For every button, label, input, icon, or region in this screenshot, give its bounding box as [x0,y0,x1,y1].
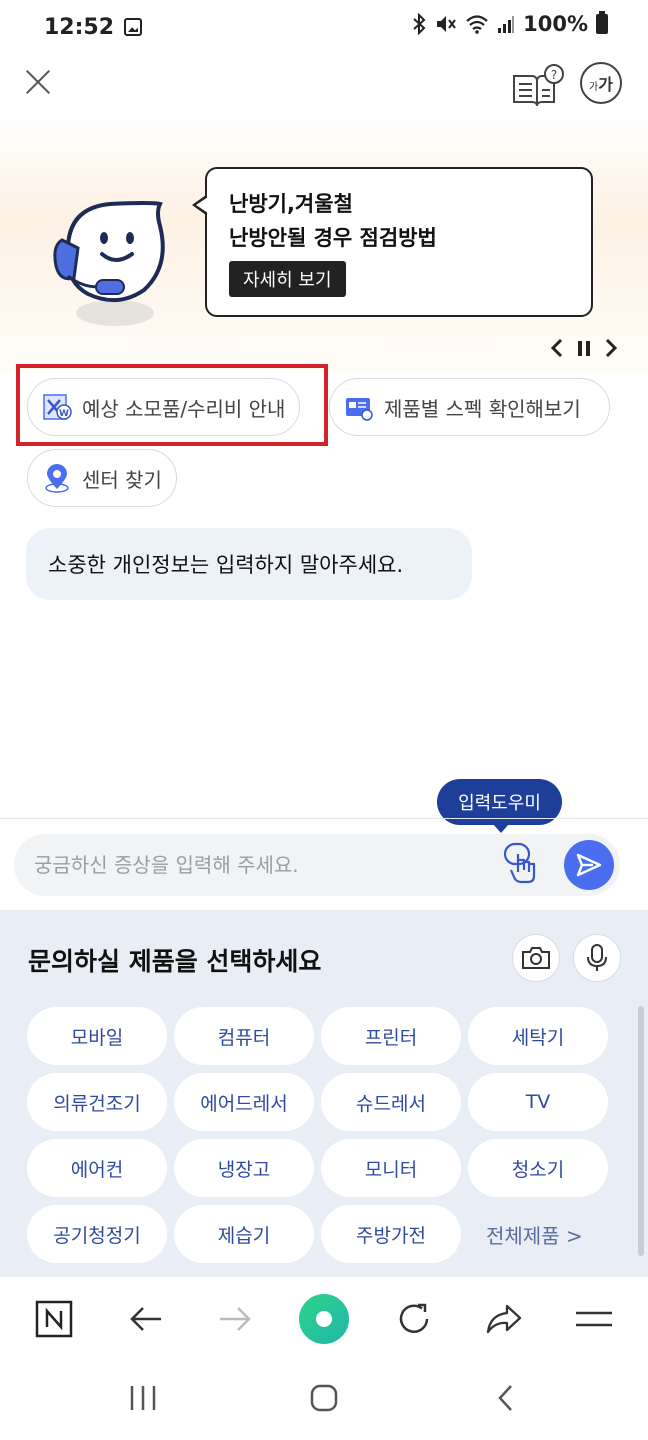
camera-icon [522,947,550,969]
product-shoedresser[interactable]: 슈드레서 [321,1073,461,1131]
signal-icon [498,16,515,33]
home-icon[interactable] [310,1384,338,1412]
product-air-purifier[interactable]: 공기청정기 [27,1205,167,1263]
font-size-small-glyph: 가 [589,81,599,93]
spec-check-chip[interactable]: 제품별 스펙 확인해보기 [329,378,610,436]
product-tv[interactable]: TV [468,1073,608,1131]
product-aircon[interactable]: 에어컨 [27,1139,167,1197]
naver-home-button[interactable] [30,1295,78,1343]
carousel-prev-icon[interactable] [550,338,564,358]
product-airdresser[interactable]: 에어드레서 [174,1073,314,1131]
status-icons: 100% [411,11,608,36]
input-divider [0,818,648,819]
menu-button[interactable] [570,1295,618,1343]
banner-speech-bubble: 난방기,겨울철 난방안될 경우 점검방법 자세히 보기 [192,167,593,317]
top-bar: ? 가가 [0,54,648,114]
mute-icon [437,16,456,32]
forward-button[interactable] [211,1295,259,1343]
find-center-label: 센터 찾기 [82,467,162,492]
banner-more-button[interactable]: 자세히 보기 [229,261,346,297]
touch-helper-icon[interactable] [502,840,548,886]
arrow-right-icon [220,1307,251,1331]
back-button[interactable] [122,1295,170,1343]
status-time: 12:52 [44,14,115,40]
green-dot-button[interactable] [298,1293,350,1345]
gallery-notification-icon [124,18,143,36]
close-button[interactable] [22,66,54,98]
refresh-button[interactable] [390,1295,438,1343]
find-center-chip[interactable]: 센터 찾기 [27,449,177,507]
promo-banner[interactable]: 난방기,겨울철 난방안될 경우 점검방법 자세히 보기 [0,114,648,374]
svg-text:?: ? [551,68,557,82]
all-products-label: 전체제품 [486,1224,560,1248]
back-nav-icon[interactable] [496,1384,516,1412]
privacy-notice-bubble: 소중한 개인정보는 입력하지 말아주세요. [26,528,472,600]
naver-n-icon [35,1300,73,1338]
product-dryer[interactable]: 의류건조기 [27,1073,167,1131]
status-bar: 12:52 100% [0,0,648,54]
recent-apps-icon[interactable] [128,1384,158,1412]
send-icon [576,853,602,877]
spec-card-icon [346,398,373,421]
chatbot-mascot-icon [53,201,165,302]
product-dehumidifier[interactable]: 제습기 [174,1205,314,1263]
wifi-icon [466,15,488,34]
share-arrow-icon [486,1304,522,1334]
all-products-link[interactable]: 전체제품 > [486,1220,583,1249]
user-guide-button[interactable]: ? [510,62,566,109]
bluetooth-icon [413,13,426,35]
carousel-next-icon[interactable] [604,338,618,358]
product-kitchen[interactable]: 주방가전 [321,1205,461,1263]
camera-button[interactable] [512,934,560,982]
system-nav-bar [0,1360,648,1440]
product-vacuum[interactable]: 청소기 [468,1139,608,1197]
spec-check-label: 제품별 스펙 확인해보기 [384,396,581,421]
browser-toolbar [0,1276,648,1360]
highlight-box [16,364,328,446]
carousel-pause-icon[interactable] [576,338,592,358]
battery-icon [596,11,608,34]
symptom-input[interactable] [34,853,484,877]
privacy-notice-text: 소중한 개인정보는 입력하지 말아주세요. [48,553,404,577]
book-help-icon: ? [513,64,564,109]
location-pin-icon [45,464,69,493]
product-computer[interactable]: 컴퓨터 [174,1007,314,1065]
product-mobile[interactable]: 모바일 [27,1007,167,1065]
share-button[interactable] [480,1295,528,1343]
font-size-large-glyph: 가 [598,75,613,94]
product-monitor[interactable]: 모니터 [321,1139,461,1197]
product-printer[interactable]: 프린터 [321,1007,461,1065]
panel-scrollbar[interactable] [638,1006,644,1256]
banner-title-line2: 난방안될 경우 점검방법 [229,226,437,250]
font-size-button[interactable]: 가가 [580,62,622,104]
panel-title: 문의하실 제품을 선택하세요 [28,947,322,976]
refresh-icon [399,1303,429,1333]
battery-percent: 100% [523,12,588,36]
green-dot-icon [299,1294,349,1344]
microphone-icon [587,944,607,971]
carousel-controls [550,338,618,358]
arrow-left-icon [130,1307,161,1331]
input-helper-label: 입력도우미 [458,793,541,814]
send-button[interactable] [564,840,614,890]
chevron-right-icon: > [565,1224,583,1248]
voice-button[interactable] [573,934,621,982]
hamburger-menu-icon [576,1311,612,1327]
banner-title-line1: 난방기,겨울철 [229,192,353,216]
product-washer[interactable]: 세탁기 [468,1007,608,1065]
product-refrigerator[interactable]: 냉장고 [174,1139,314,1197]
product-select-panel: 문의하실 제품을 선택하세요 모바일 컴퓨터 프린터 세탁기 의류건조기 에어드… [0,910,648,1276]
